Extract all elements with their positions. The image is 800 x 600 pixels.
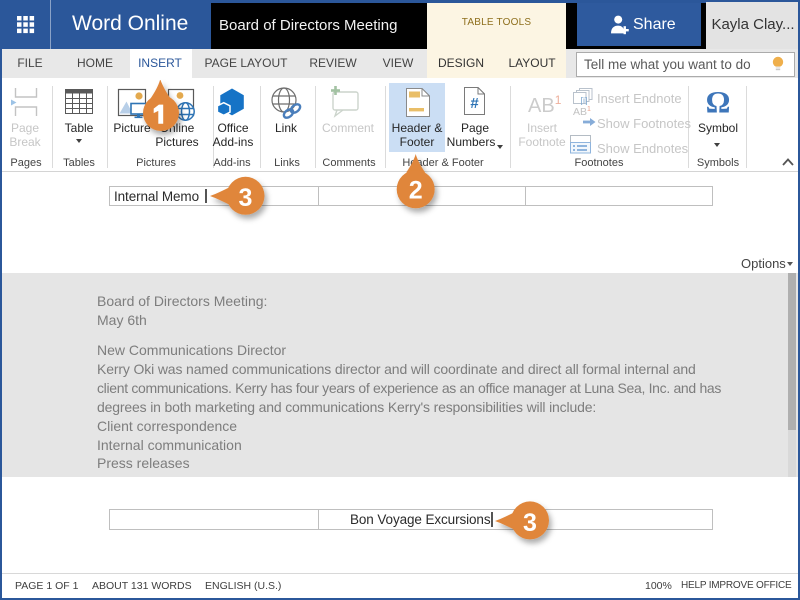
svg-text:#: #: [470, 95, 479, 112]
svg-text:[i]: [i]: [580, 96, 587, 106]
